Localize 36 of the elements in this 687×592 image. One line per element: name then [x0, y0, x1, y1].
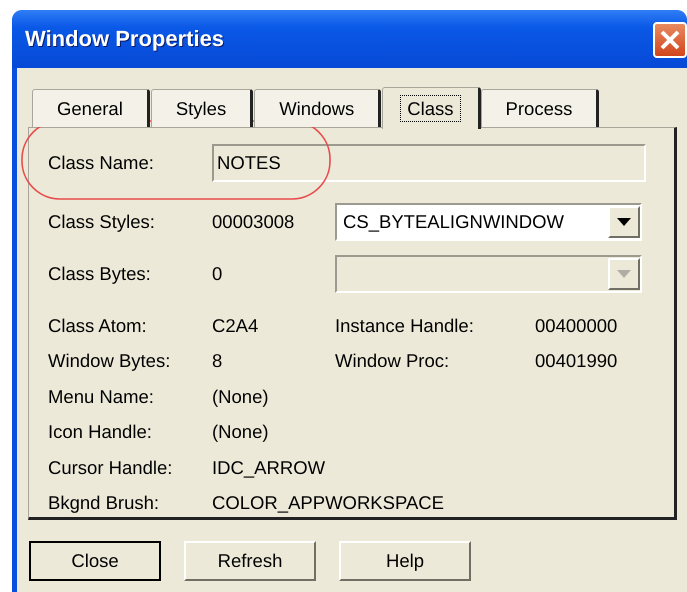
dropdown-value: CS_BYTEALIGNWINDOW: [343, 211, 564, 233]
field-label: Bkgnd Brush:: [48, 492, 160, 514]
dialog-button[interactable]: Help: [339, 541, 471, 581]
field-label: Instance Handle:: [335, 314, 475, 337]
caret-icon[interactable]: [608, 206, 640, 238]
field-value: C2A4: [212, 314, 260, 337]
dialog-button[interactable]: Refresh: [184, 541, 316, 581]
field-label: Class Atom:: [48, 314, 148, 337]
window-title: Window Properties: [25, 26, 224, 52]
field-value: 0: [212, 263, 224, 285]
field-label: Icon Handle:: [48, 421, 153, 444]
field-value: NOTES: [217, 152, 281, 174]
field-value: COLOR_APPWORKSPACE: [212, 492, 445, 514]
dropdown[interactable]: CS_BYTEALIGNWINDOW: [335, 203, 642, 241]
field-label: Class Styles:: [48, 211, 156, 233]
dialog-button[interactable]: Close: [29, 541, 161, 581]
input-field[interactable]: NOTES: [212, 144, 646, 182]
field-value: 00400000: [535, 314, 618, 337]
field-value: IDC_ARROW: [212, 456, 326, 479]
field-label: Class Name:: [48, 152, 155, 174]
field-value: 00003008: [212, 211, 296, 233]
field-value: (None): [212, 386, 270, 408]
field-label: Class Bytes:: [48, 263, 152, 285]
tab[interactable]: Windows: [254, 89, 382, 127]
close-icon[interactable]: [653, 22, 687, 58]
tab[interactable]: Class: [382, 87, 481, 129]
field-value: 8: [212, 350, 224, 372]
field-value: 00401990: [535, 350, 618, 372]
field-label: Menu Name:: [48, 386, 155, 408]
tab[interactable]: Styles: [150, 89, 254, 127]
field-label: Window Proc:: [335, 350, 450, 372]
tab[interactable]: Process: [480, 89, 600, 127]
field-label: Window Bytes:: [48, 350, 172, 372]
field-label: Cursor Handle:: [48, 456, 174, 479]
tab[interactable]: General: [32, 89, 150, 127]
field-value: (None): [212, 421, 270, 444]
